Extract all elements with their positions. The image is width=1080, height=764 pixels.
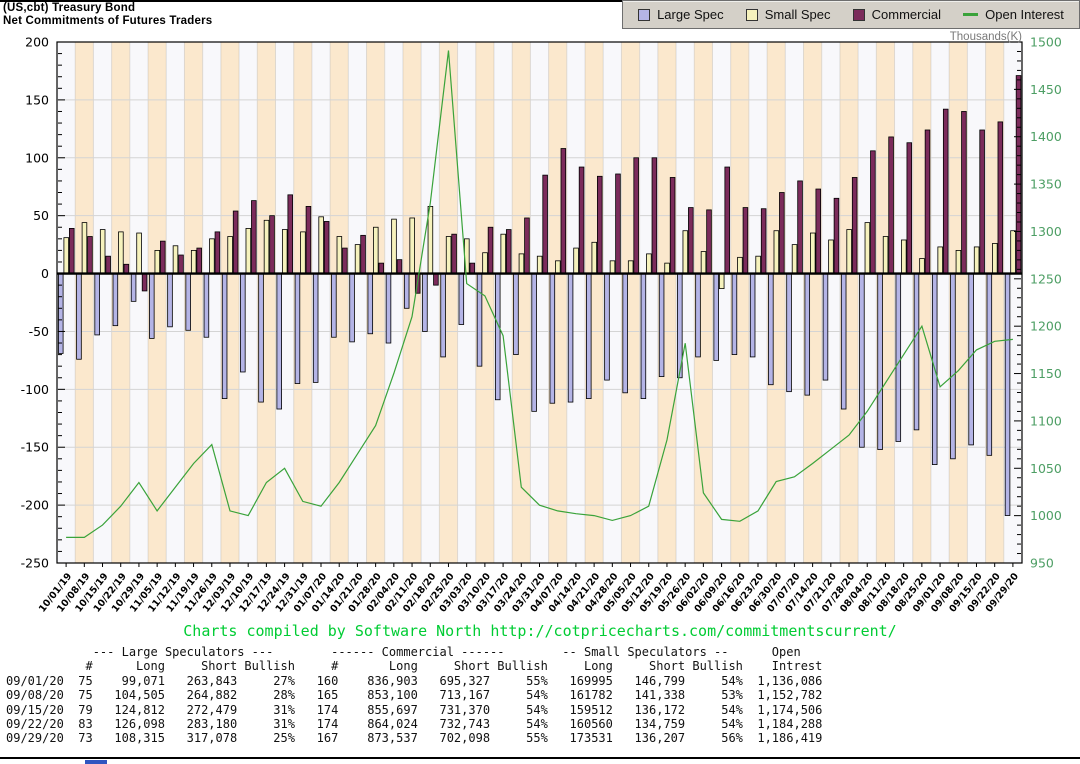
- legend-label: Open Interest: [985, 7, 1064, 22]
- svg-text:1000: 1000: [1030, 508, 1062, 523]
- square-marker-icon: [638, 9, 650, 21]
- svg-text:1150: 1150: [1030, 366, 1062, 381]
- right-axis-unit-label: Thousands(K): [930, 31, 1022, 43]
- chart-title: (US,cbt) Treasury Bond: [3, 2, 212, 15]
- svg-text:0: 0: [41, 266, 49, 281]
- svg-text:-100: -100: [21, 382, 49, 397]
- svg-text:-250: -250: [21, 556, 49, 571]
- footer-credit: Charts compiled by Software North http:/…: [0, 622, 1080, 640]
- svg-text:200: 200: [25, 35, 49, 50]
- legend-label: Small Spec: [765, 7, 831, 22]
- square-marker-icon: [853, 9, 865, 21]
- svg-text:50: 50: [33, 208, 49, 223]
- legend: Large Spec Small Spec Commercial Open Inter…: [622, 0, 1080, 29]
- svg-text:150: 150: [25, 92, 49, 107]
- svg-text:950: 950: [1030, 556, 1054, 571]
- legend-label: Large Spec: [657, 7, 724, 22]
- svg-text:1500: 1500: [1030, 35, 1062, 50]
- cot-table: --- Large Speculators --- ------ Commerc…: [6, 645, 822, 746]
- svg-text:1300: 1300: [1030, 224, 1062, 239]
- legend-item: Commercial: [853, 7, 941, 22]
- week-stripes: [57, 42, 1022, 563]
- svg-text:100: 100: [25, 150, 49, 165]
- cot-chart: -250 -200 -150 -100 -50 0 50 100 150 200 950 1000 10…: [0, 0, 1080, 622]
- legend-item: Small Spec: [746, 7, 831, 22]
- horizontal-scrollbar-track[interactable]: [0, 759, 1080, 764]
- chart-subtitle: Net Commitments of Futures Traders: [3, 15, 212, 28]
- svg-text:-200: -200: [21, 498, 49, 513]
- svg-text:1050: 1050: [1030, 461, 1062, 476]
- svg-text:1350: 1350: [1030, 177, 1062, 192]
- svg-text:1450: 1450: [1030, 82, 1062, 97]
- x-axis-labels: 10/01/1910/08/1910/15/1910/22/1910/29/19…: [37, 563, 1021, 615]
- line-marker-icon: [963, 13, 978, 16]
- svg-text:-50: -50: [29, 324, 49, 339]
- svg-text:1100: 1100: [1030, 413, 1062, 428]
- svg-text:1200: 1200: [1030, 319, 1062, 334]
- legend-label: Commercial: [872, 7, 941, 22]
- svg-text:-150: -150: [21, 440, 49, 455]
- chart-title-block: (US,cbt) Treasury Bond Net Commitments o…: [3, 2, 212, 28]
- square-marker-icon: [746, 9, 758, 21]
- legend-item: Open Interest: [963, 7, 1064, 22]
- legend-item: Large Spec: [638, 7, 724, 22]
- horizontal-scrollbar-thumb[interactable]: [85, 760, 107, 764]
- svg-text:1400: 1400: [1030, 129, 1062, 144]
- svg-text:1250: 1250: [1030, 271, 1062, 286]
- cot-chart-page: (US,cbt) Treasury Bond Net Commitments o…: [0, 0, 1080, 764]
